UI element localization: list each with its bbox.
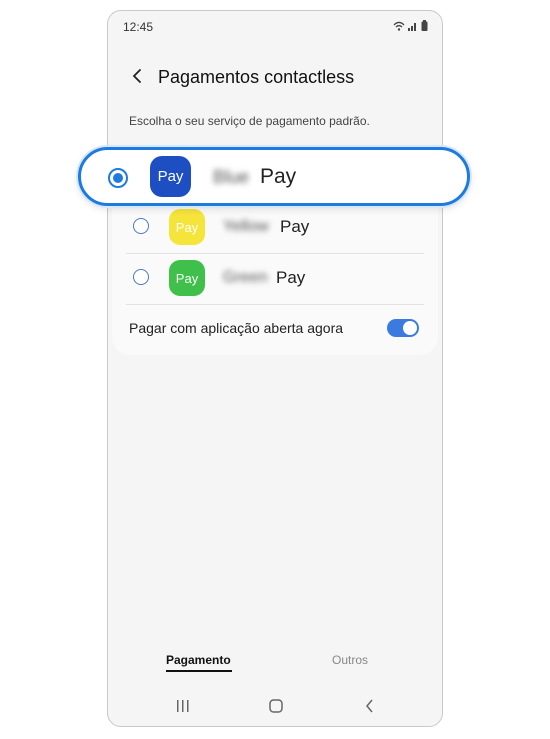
toggle-knob <box>403 321 417 335</box>
home-button[interactable] <box>265 695 287 717</box>
app-name-suffix: Pay <box>276 268 306 287</box>
blurred-app-name: Yellow <box>223 218 269 235</box>
recents-icon <box>177 700 189 712</box>
payment-option-yellow[interactable]: Pay Yellow Pay <box>126 203 426 251</box>
page-title: Pagamentos contactless <box>158 67 355 87</box>
signal-icon <box>408 22 416 31</box>
app-name-suffix: Pay <box>260 165 297 188</box>
home-icon <box>269 699 283 713</box>
status-time: 12:45 <box>123 20 154 34</box>
back-nav-button[interactable] <box>359 695 381 717</box>
blurred-app-name: Blue <box>213 167 250 187</box>
battery-icon <box>421 20 428 31</box>
recents-button[interactable] <box>172 695 194 717</box>
status-icons <box>393 20 428 31</box>
toggle-label: Pagar com aplicação aberta agora <box>129 320 344 336</box>
phone-screen: 12:45 Pagamentos contactless Escolha o s… <box>107 10 443 727</box>
blurred-app-name: Green <box>223 269 268 286</box>
radio-button[interactable] <box>133 269 149 285</box>
status-bar: 12:45 <box>108 11 442 41</box>
radio-button[interactable] <box>133 218 149 234</box>
pay-with-open-app-row[interactable]: Pagar com aplicação aberta agora <box>129 318 419 340</box>
green-pay-app-icon: Pay <box>169 260 205 296</box>
app-name-suffix: Pay <box>280 217 310 236</box>
blue-pay-app-icon: Pay <box>150 156 191 197</box>
page-subtitle: Escolha o seu serviço de pagamento padrã… <box>129 114 370 128</box>
chevron-left-icon <box>132 69 141 83</box>
bottom-tabs: Pagamento Outros <box>108 651 442 673</box>
radio-button-selected[interactable] <box>108 168 128 188</box>
page-header: Pagamentos contactless <box>108 63 442 93</box>
navigation-bar <box>108 695 442 717</box>
active-tab-indicator <box>166 670 232 672</box>
highlighted-payment-option-blue[interactable]: Pay Blue Pay <box>78 147 470 206</box>
back-icon <box>366 699 373 713</box>
tab-outros[interactable]: Outros <box>332 653 368 667</box>
tab-pagamento[interactable]: Pagamento <box>166 653 231 667</box>
wifi-icon <box>393 21 405 31</box>
yellow-pay-app-icon: Pay <box>169 209 205 245</box>
payment-option-green[interactable]: Pay Green Pay <box>126 254 426 302</box>
back-button[interactable] <box>126 65 148 87</box>
pay-with-open-app-toggle[interactable] <box>387 319 419 337</box>
radio-selected-dot <box>113 173 123 183</box>
divider <box>126 304 424 305</box>
